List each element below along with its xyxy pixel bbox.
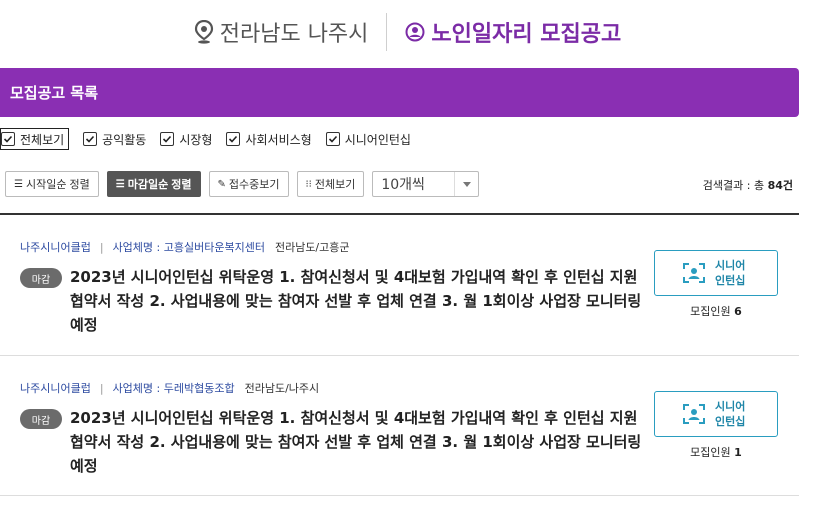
region-text: 전라남도 나주시 bbox=[219, 22, 369, 47]
filter-label: 전체보기 bbox=[20, 132, 65, 147]
sort-end-button[interactable]: ☰ 마감일순 정렬 bbox=[106, 171, 201, 197]
status-badge: 마감 bbox=[20, 409, 62, 429]
business-name: 사업체명 : 고흥실버타운복지센터 bbox=[112, 241, 265, 254]
location-pin-icon bbox=[194, 20, 213, 44]
org-name[interactable]: 나주시니어클럽 bbox=[20, 239, 91, 255]
filter-label: 사회서비스형 bbox=[245, 132, 312, 147]
view-all-button[interactable]: ⁝⁝ 전체보기 bbox=[296, 171, 365, 197]
checkbox-social-service[interactable] bbox=[226, 132, 241, 146]
page-header: 전라남도 나주시 노인일자리 모집공고 bbox=[0, 0, 815, 64]
user-circle-icon bbox=[405, 22, 425, 42]
area-name: 전라남도/고흥군 bbox=[274, 241, 350, 254]
meta-separator: | bbox=[99, 381, 104, 395]
filter-label: 공익활동 bbox=[102, 132, 147, 147]
type-tag: 시니어 인턴십 bbox=[654, 250, 778, 296]
area-name: 전라남도/나주시 bbox=[244, 382, 320, 395]
region-label: 전라남도 나주시 bbox=[194, 16, 369, 48]
header-group: 전라남도 나주시 노인일자리 모집공고 bbox=[194, 13, 621, 51]
type-tag: 시니어 인턴십 bbox=[654, 391, 778, 437]
header-divider bbox=[386, 13, 388, 51]
list-icon: ☰ bbox=[14, 178, 23, 190]
filter-market[interactable]: 시장형 bbox=[160, 128, 212, 150]
type-label: 시니어 인턴십 bbox=[715, 259, 746, 287]
card-meta: 나주시니어클럽 | 사업체명 : 고흥실버타운복지센터 전라남도/고흥군 bbox=[20, 239, 350, 255]
page-size-select[interactable]: 10개씩 bbox=[372, 171, 480, 197]
caret-down-icon bbox=[454, 172, 478, 196]
filter-all[interactable]: 전체보기 bbox=[0, 128, 70, 150]
pencil-icon: ✎ bbox=[217, 178, 226, 190]
check-icon bbox=[86, 135, 95, 143]
filter-group: 전체보기 공익활동 시장형 사회서비스형 시니어인턴십 bbox=[0, 127, 425, 151]
checkbox-market[interactable] bbox=[160, 132, 175, 146]
list-title: 모집공고 목록 bbox=[10, 84, 99, 102]
check-icon bbox=[3, 135, 13, 143]
card-meta: 나주시니어클럽 | 사업체명 : 두레박협동조합 전라남도/나주시 bbox=[20, 380, 319, 396]
filter-label: 시장형 bbox=[179, 132, 213, 147]
posting-title[interactable]: 2023년 시니어인턴십 위탁운영 1. 참여신청서 및 4대보험 가입내역 확… bbox=[70, 265, 650, 337]
filter-label: 시니어인턴십 bbox=[344, 132, 411, 147]
posting-title[interactable]: 2023년 시니어인턴십 위탁운영 1. 참여신청서 및 4대보험 가입내역 확… bbox=[70, 406, 650, 478]
checkbox-public[interactable] bbox=[83, 132, 98, 146]
grid-icon: ⁝⁝ bbox=[305, 178, 312, 190]
meta-separator: | bbox=[99, 240, 104, 254]
sort-start-button[interactable]: ☰ 시작일순 정렬 bbox=[5, 171, 99, 197]
filter-social-service[interactable]: 사회서비스형 bbox=[226, 128, 312, 150]
recruit-count: 모집인원 1 bbox=[690, 446, 742, 459]
sort-toolbar: ☰ 시작일순 정렬 ☰ 마감일순 정렬 ✎ 접수중보기 ⁝⁝ 전체보기 10개씩 bbox=[5, 170, 480, 198]
checkbox-all[interactable] bbox=[1, 132, 15, 146]
checkbox-senior-intern[interactable] bbox=[325, 132, 340, 146]
list-title-bar: 모집공고 목록 bbox=[0, 68, 799, 117]
type-label: 시니어 인턴십 bbox=[715, 400, 746, 428]
search-result-count: 검색결과 : 총 84건 bbox=[702, 179, 793, 192]
filter-public[interactable]: 공익활동 bbox=[83, 128, 146, 150]
recruit-count: 모집인원 6 bbox=[690, 305, 742, 318]
org-name[interactable]: 나주시니어클럽 bbox=[20, 380, 91, 396]
check-icon bbox=[328, 135, 337, 143]
check-icon bbox=[229, 135, 238, 143]
person-scan-icon bbox=[683, 263, 705, 283]
status-badge: 마감 bbox=[20, 268, 62, 288]
list-icon: ☰ bbox=[115, 178, 125, 190]
person-scan-icon bbox=[683, 404, 705, 424]
list-item[interactable]: 나주시니어클럽 | 사업체명 : 고흥실버타운복지센터 전라남도/고흥군 마감 … bbox=[0, 215, 799, 356]
receiving-button[interactable]: ✎ 접수중보기 bbox=[208, 171, 289, 197]
check-icon bbox=[163, 135, 172, 143]
page-title-text: 노인일자리 모집공고 bbox=[431, 22, 622, 47]
list-item[interactable]: 나주시니어클럽 | 사업체명 : 두레박협동조합 전라남도/나주시 마감 202… bbox=[0, 356, 799, 496]
page-title: 노인일자리 모집공고 bbox=[405, 16, 621, 48]
filter-senior-intern[interactable]: 시니어인턴십 bbox=[325, 128, 411, 150]
business-name: 사업체명 : 두레박협동조합 bbox=[112, 382, 235, 395]
page-size-value: 10개씩 bbox=[381, 177, 425, 193]
